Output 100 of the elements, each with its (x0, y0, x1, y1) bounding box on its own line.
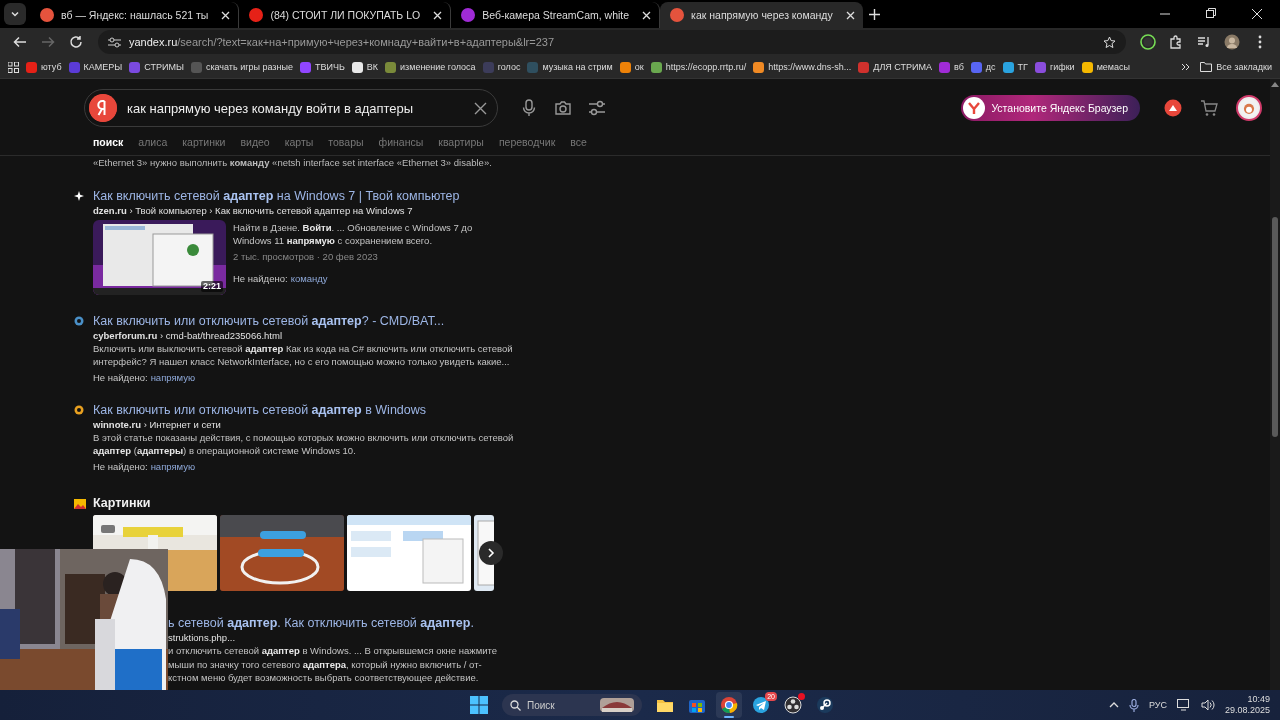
result-breadcrumb[interactable]: struktions.php... (168, 631, 498, 644)
bookmark-link[interactable]: ютуб (26, 61, 62, 73)
search-tab[interactable]: картинки (182, 136, 226, 148)
new-tab-icon[interactable] (869, 8, 881, 20)
reload-icon[interactable] (69, 35, 83, 49)
missing-label: Не найдено: (233, 272, 288, 285)
browser-tab[interactable]: как напрямую через команду (660, 2, 863, 28)
bookmark-link[interactable]: ТГ (1002, 61, 1028, 73)
clock[interactable]: 10:49 29.08.2025 (1224, 694, 1270, 716)
result-title-link[interactable]: ь сетевой адаптер. Как отключить сетевой адаптер. (168, 615, 498, 631)
camera-icon[interactable] (554, 99, 572, 117)
snippet-line: кстном меню будет возможность выбрать соответствующее действие. (168, 671, 480, 685)
bookmark-link[interactable]: музыка на стрим (527, 61, 613, 73)
bookmark-link[interactable]: ок (619, 61, 644, 73)
close-icon[interactable] (221, 10, 231, 20)
star-icon[interactable] (1103, 35, 1116, 49)
scrollbar-thumb[interactable] (1272, 217, 1278, 437)
profile-avatar-icon[interactable] (1224, 34, 1240, 50)
search-tab[interactable]: видео (240, 136, 270, 148)
snippet-line: и отключить сетевой адаптер в Windows. ... В открывшемся окне нажмите (168, 644, 498, 658)
folder-icon (656, 697, 674, 713)
microphone-icon[interactable] (1128, 698, 1139, 712)
notification-dot (798, 693, 805, 700)
result-breadcrumb[interactable]: cyberforum.ru › cmd-bat/thread235066.html (93, 329, 514, 342)
bookmark-link[interactable]: дс (970, 61, 996, 73)
bookmark-link[interactable]: https://ecopp.rrtp.ru/ (650, 61, 747, 73)
close-icon[interactable] (642, 10, 652, 20)
caret-icon (10, 9, 20, 19)
language-indicator[interactable]: РУС (1148, 700, 1167, 710)
cart-icon[interactable] (1200, 99, 1218, 117)
install-browser-button[interactable]: Установите Яндекс Браузер (961, 95, 1140, 121)
bookmark-link[interactable]: гифки (1034, 61, 1075, 73)
yandex-browser-icon (963, 97, 986, 119)
search-tab[interactable]: финансы (378, 136, 424, 148)
snippet-line: мыши по значку того сетевого адаптера, который нужно включить / от- (168, 657, 483, 671)
address-bar[interactable]: yandex.ru/search/?text=как+на+примую+через+комнаду+вайти+в+адаптеры&lr=237 (98, 30, 1126, 54)
yandex-logo-icon (89, 94, 117, 122)
section-title: Картинки (93, 497, 151, 510)
result-title-link[interactable]: Как включить или отключить сетевой адаптер в Windows (93, 402, 514, 418)
bookmark-link[interactable]: голос (482, 61, 521, 73)
obs-icon (784, 696, 802, 714)
images-icon (74, 498, 86, 509)
bookmark-link[interactable]: КАМЕРЫ (68, 61, 123, 73)
missing-label: Не найдено: (93, 460, 148, 473)
result-title-link[interactable]: Как включить сетевой адаптер на Windows 7 | Твой компьютер (93, 188, 514, 204)
bookmark-link[interactable]: СТРИМЫ (129, 61, 184, 73)
folder-icon (1200, 62, 1213, 72)
windows-start-icon[interactable] (470, 696, 488, 714)
bookmark-link[interactable]: вб (938, 61, 964, 73)
next-button[interactable] (479, 541, 503, 565)
network-icon[interactable] (1176, 699, 1191, 711)
chevron-icon[interactable] (1181, 63, 1191, 71)
back-icon[interactable] (13, 35, 27, 49)
search-tab[interactable]: поиск (93, 136, 124, 148)
apps-grid-icon[interactable] (8, 61, 19, 73)
search-tab[interactable]: все (570, 136, 587, 148)
close-icon[interactable] (845, 10, 855, 20)
result-breadcrumb[interactable]: winnote.ru › Интернет и сети (93, 418, 514, 431)
all-bookmarks-link[interactable]: Все закладки (1200, 62, 1272, 72)
microphone-icon[interactable] (520, 99, 538, 117)
search-icon (510, 699, 521, 711)
speaker-icon[interactable] (1200, 699, 1215, 711)
video-thumbnail[interactable]: 2:21 (93, 220, 226, 295)
scroll-up-icon[interactable] (1271, 81, 1279, 87)
bookmark-link[interactable]: ТВИЧЬ (299, 61, 345, 73)
taskbar-app[interactable] (716, 692, 742, 718)
taskbar-search-field[interactable]: Поиск (502, 694, 642, 716)
result-title-link[interactable]: Как включить или отключить сетевой адаптер? - CMD/BAT... (93, 313, 514, 329)
search-tab[interactable]: алиса (138, 136, 168, 148)
video-meta: 2 тыс. просмотров · 20 фев 2023 (233, 250, 379, 263)
steam-icon (816, 696, 834, 714)
menu-icon[interactable] (1258, 35, 1262, 49)
media-control-icon[interactable] (1197, 35, 1211, 49)
bookmark-link[interactable]: скачать игры разные (190, 61, 293, 73)
filters-icon[interactable] (588, 99, 606, 117)
close-icon[interactable] (433, 10, 443, 20)
chrome-icon (720, 696, 738, 714)
alice-icon[interactable] (1164, 99, 1182, 117)
search-tab[interactable]: квартиры (438, 136, 484, 148)
tab-search-button[interactable] (4, 3, 26, 25)
search-tab[interactable]: карты (284, 136, 314, 148)
bookmark-link[interactable]: мемасы (1081, 61, 1130, 73)
search-tab[interactable]: товары (328, 136, 364, 148)
bookmark-link[interactable]: ДЛЯ СТРИМА (858, 61, 932, 73)
bookmark-link[interactable]: изменение голоса (385, 61, 476, 73)
bookmark-link[interactable]: https://www.dns-sh... (753, 61, 852, 73)
chevron-up-icon[interactable] (1108, 702, 1119, 708)
missing-word-link[interactable]: напрямую (150, 371, 196, 384)
result-snippet: В этой статье показаны действия, с помощью которых можно включить или отключить сетевой адаптер (адаптеры) в операционной системе Windows 10. (93, 431, 514, 457)
missing-label: Не найдено: (93, 371, 148, 384)
extensions-icon[interactable] (1169, 35, 1183, 49)
missing-word-link[interactable]: напрямую (150, 460, 196, 473)
avatar-icon[interactable] (1236, 95, 1262, 121)
result-breadcrumb[interactable]: dzen.ru › Твой компьютер › Как включить сетевой адаптер на Windows 7 (93, 204, 514, 217)
bookmark-link[interactable]: ВК (351, 61, 379, 73)
chevron-icon (487, 548, 495, 558)
missing-word-link[interactable]: команду (290, 272, 328, 285)
site-settings-icon[interactable] (108, 36, 121, 48)
search-tab[interactable]: переводчик (498, 136, 556, 148)
clear-icon[interactable] (474, 101, 487, 115)
